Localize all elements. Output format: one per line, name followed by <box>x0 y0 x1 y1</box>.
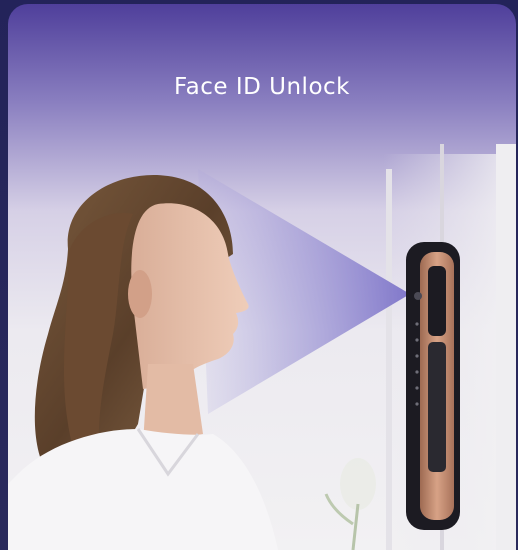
screen-background: Face ID Unlock <box>0 0 518 550</box>
feature-title: Face ID Unlock <box>174 74 350 100</box>
background-plant <box>324 458 376 550</box>
feature-card: Face ID Unlock <box>8 4 516 550</box>
smart-lock-device <box>406 242 460 530</box>
